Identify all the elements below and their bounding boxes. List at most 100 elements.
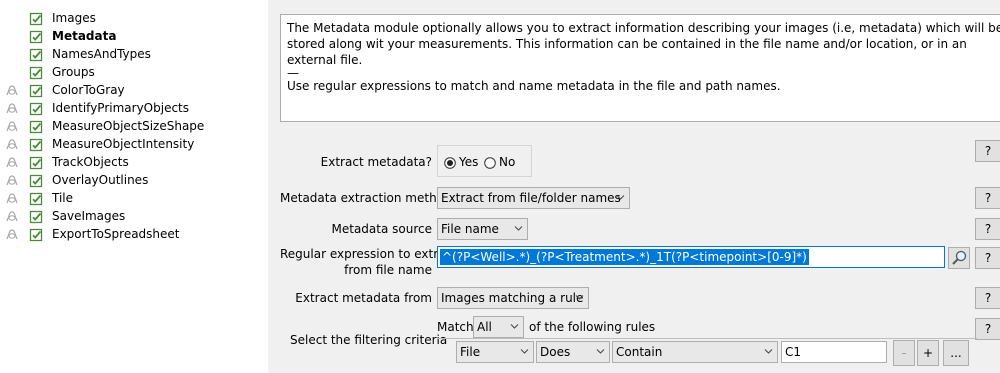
chevron-down-icon (596, 349, 605, 354)
no-radio[interactable] (484, 157, 496, 169)
yes-radio-label[interactable]: Yes (459, 155, 478, 169)
pipeline-module-measureobjectintensity[interactable]: MeasureObjectIntensity (0, 136, 268, 154)
metadata-source-label: Metadata source (331, 222, 433, 236)
pipeline-module-label: MeasureObjectSizeShape (52, 119, 205, 133)
remove-rule-button[interactable]: - (893, 340, 915, 366)
pipeline-module-overlayoutlines[interactable]: OverlayOutlines (0, 172, 268, 190)
rule-operator-dropdown[interactable]: Does (536, 341, 610, 363)
extract-from-help-button[interactable]: ? (975, 287, 1000, 309)
extraction-method-help-button[interactable]: ? (975, 187, 1000, 209)
chevron-down-icon (514, 226, 523, 231)
pipeline-module-label: MeasureObjectIntensity (52, 137, 195, 151)
eye-icon[interactable] (5, 138, 19, 152)
pipeline-panel: Images Metadata NamesAndTypes Groups ColorTo… (0, 0, 268, 373)
checkbox-checked-icon[interactable] (29, 84, 43, 98)
checkbox-checked-icon[interactable] (29, 30, 43, 44)
extract-from-dropdown[interactable]: Images matching a rule (437, 287, 589, 309)
pipeline-module-exporttospreadsheet[interactable]: ExportToSpreadsheet (0, 226, 268, 244)
pipeline-module-label: OverlayOutlines (52, 173, 149, 187)
magnifier-icon (952, 250, 967, 265)
match-label: Match (437, 320, 474, 334)
rule-value-input[interactable]: C1 (781, 341, 887, 363)
checkbox-checked-icon[interactable] (29, 48, 43, 62)
checkbox-checked-icon[interactable] (29, 228, 43, 242)
extract-metadata-radio-group: Yes No (437, 145, 532, 177)
rule-comparison-dropdown[interactable]: Contain (612, 341, 778, 363)
match-mode-value: All (477, 320, 492, 334)
chevron-down-icon (575, 295, 584, 300)
extract-metadata-label: Extract metadata? (320, 155, 432, 169)
metadata-source-dropdown[interactable]: File name (437, 218, 528, 240)
chevron-down-icon (520, 349, 529, 354)
pipeline-module-metadata[interactable]: Metadata (0, 28, 268, 46)
checkbox-checked-icon[interactable] (29, 210, 43, 224)
pipeline-module-colortogray[interactable]: ColorToGray (0, 82, 268, 100)
no-radio-label[interactable]: No (499, 155, 515, 169)
pipeline-module-groups[interactable]: Groups (0, 64, 268, 82)
add-group-button[interactable]: ... (943, 340, 969, 366)
help-paragraph-2: Use regular expressions to match and nam… (287, 79, 781, 93)
metadata-source-value: File name (441, 222, 499, 236)
match-mode-dropdown[interactable]: All (473, 316, 524, 338)
regex-tester-button[interactable] (948, 247, 970, 269)
chevron-down-icon (510, 324, 519, 329)
chevron-down-icon (764, 349, 773, 354)
pipeline-module-namesandtypes[interactable]: NamesAndTypes (0, 46, 268, 64)
pipeline-module-identifyprimaryobjects[interactable]: IdentifyPrimaryObjects (0, 100, 268, 118)
regex-label-line-2: from file name (344, 263, 432, 277)
chevron-down-icon (616, 195, 625, 200)
eye-icon[interactable] (5, 174, 19, 188)
eye-icon[interactable] (5, 102, 19, 116)
checkbox-checked-icon[interactable] (29, 66, 43, 80)
eye-icon[interactable] (5, 120, 19, 134)
extract-from-value: Images matching a rule (441, 291, 584, 305)
rule-field-dropdown[interactable]: File (456, 341, 534, 363)
eye-icon[interactable] (5, 210, 19, 224)
checkbox-checked-icon[interactable] (29, 120, 43, 134)
pipeline-module-label: Images (52, 11, 96, 25)
pipeline-module-images[interactable]: Images (0, 10, 268, 28)
extraction-method-label: Metadata extraction method (280, 191, 452, 205)
pipeline-module-label: Tile (52, 191, 74, 205)
regex-selected-text: ^(?P<Well>.*)_(?P<Treatment>.*)_1T(?P<ti… (440, 249, 809, 265)
metadata-source-help-button[interactable]: ? (975, 218, 1000, 240)
checkbox-checked-icon[interactable] (29, 174, 43, 188)
checkbox-checked-icon[interactable] (29, 102, 43, 116)
extract-from-label: Extract metadata from (295, 291, 432, 305)
rule-operator-value: Does (540, 345, 571, 359)
extract-metadata-help-button[interactable]: ? (975, 140, 1000, 162)
extraction-method-value: Extract from file/folder names (441, 191, 621, 205)
checkbox-checked-icon[interactable] (29, 156, 43, 170)
pipeline-module-label: ColorToGray (52, 83, 125, 97)
filter-criteria-label: Select the filtering criteria (290, 333, 448, 347)
pipeline-module-measureobjectsizeshape[interactable]: MeasureObjectSizeShape (0, 118, 268, 136)
regex-help-button[interactable]: ? (975, 247, 1000, 269)
rules-label: of the following rules (529, 320, 656, 334)
filter-criteria-help-button[interactable]: ? (975, 318, 1000, 340)
rule-comparison-value: Contain (616, 345, 663, 359)
eye-icon[interactable] (5, 156, 19, 170)
checkbox-checked-icon[interactable] (29, 138, 43, 152)
help-paragraph-1: The Metadata module optionally allows yo… (287, 21, 1000, 67)
yes-radio[interactable] (444, 157, 456, 169)
extraction-method-dropdown[interactable]: Extract from file/folder names (437, 187, 630, 209)
regex-input[interactable]: ^(?P<Well>.*)_(?P<Treatment>.*)_1T(?P<ti… (437, 246, 945, 268)
pipeline-module-label: TrackObjects (52, 155, 129, 169)
pipeline-module-label: Metadata (52, 29, 117, 43)
pipeline-module-label: ExportToSpreadsheet (52, 227, 180, 241)
pipeline-module-label: SaveImages (52, 209, 126, 223)
pipeline-module-saveimages[interactable]: SaveImages (0, 208, 268, 226)
add-rule-button[interactable]: + (917, 340, 939, 366)
pipeline-module-trackobjects[interactable]: TrackObjects (0, 154, 268, 172)
rule-field-value: File (460, 345, 481, 359)
pipeline-module-label: NamesAndTypes (52, 47, 151, 61)
checkbox-checked-icon[interactable] (29, 12, 43, 26)
eye-icon[interactable] (5, 84, 19, 98)
eye-icon[interactable] (5, 228, 19, 242)
module-help-text: The Metadata module optionally allows yo… (280, 14, 1000, 122)
regex-label-line-1: Regular expression to extract (280, 247, 457, 261)
checkbox-checked-icon[interactable] (29, 192, 43, 206)
eye-icon[interactable] (5, 192, 19, 206)
pipeline-module-tile[interactable]: Tile (0, 190, 268, 208)
pipeline-module-label: IdentifyPrimaryObjects (52, 101, 190, 115)
